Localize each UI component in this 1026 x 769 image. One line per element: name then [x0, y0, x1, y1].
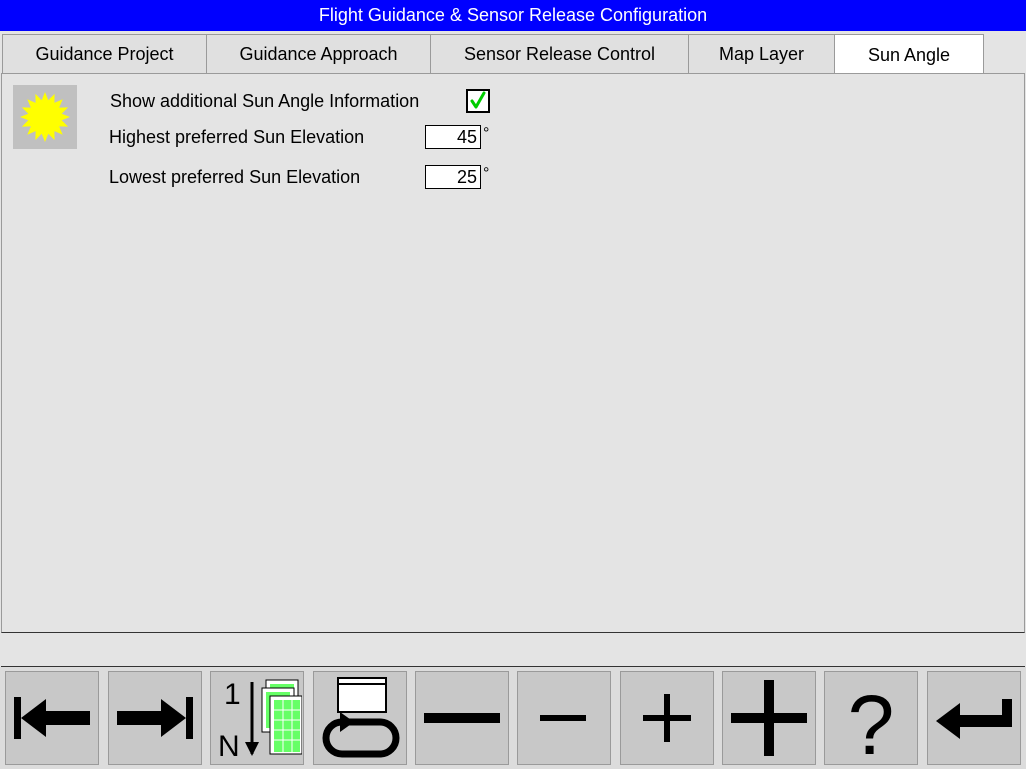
- show-sun-info-label: Show additional Sun Angle Information: [110, 91, 420, 111]
- big-minus-button[interactable]: [415, 671, 509, 765]
- tab-sun-angle[interactable]: Sun Angle: [834, 34, 984, 75]
- tab-sensor-release-control[interactable]: Sensor Release Control: [430, 34, 689, 74]
- big-plus-button[interactable]: [722, 671, 816, 765]
- arrow-left-to-bar-icon: [14, 697, 90, 739]
- lowest-degree-unit: °: [483, 165, 490, 182]
- cycle-window-icon: [322, 677, 400, 758]
- tab-map-layer[interactable]: Map Layer: [688, 34, 835, 74]
- status-bar: [1, 633, 1025, 667]
- sort-button[interactable]: 1 N: [210, 671, 304, 765]
- sort-top-label: 1: [224, 678, 241, 711]
- help-button[interactable]: ?: [824, 671, 918, 765]
- help-label: ?: [848, 678, 895, 762]
- bottom-toolbar: 1 N ?: [0, 667, 1026, 769]
- enter-button[interactable]: [927, 671, 1021, 765]
- checkmark-icon: [470, 91, 486, 109]
- lowest-elevation-input[interactable]: 25: [425, 165, 481, 189]
- highest-elevation-label: Highest preferred Sun Elevation: [109, 127, 365, 147]
- small-minus-button[interactable]: [517, 671, 611, 765]
- first-button[interactable]: [5, 671, 99, 765]
- tab-bar: Guidance Project Guidance Approach Senso…: [0, 31, 1026, 75]
- highest-elevation-input[interactable]: 45: [425, 125, 481, 149]
- tab-guidance-project[interactable]: Guidance Project: [2, 34, 207, 74]
- sort-1-to-n-icon: 1 N: [218, 678, 302, 762]
- small-minus-icon: [540, 715, 586, 721]
- sun-icon: [13, 85, 77, 149]
- help-icon: ?: [848, 678, 895, 762]
- highest-degree-unit: °: [483, 125, 490, 142]
- lowest-elevation-label: Lowest preferred Sun Elevation: [109, 167, 361, 187]
- small-plus-icon: [643, 694, 691, 742]
- small-plus-button[interactable]: [620, 671, 714, 765]
- window-title: Flight Guidance & Sensor Release Configu…: [0, 0, 1026, 31]
- sort-bottom-label: N: [218, 730, 240, 762]
- big-minus-icon: [424, 713, 500, 723]
- show-sun-info-checkbox[interactable]: [466, 89, 490, 113]
- last-button[interactable]: [108, 671, 202, 765]
- sun-angle-panel: Show additional Sun Angle Information Hi…: [1, 73, 1025, 633]
- enter-return-icon: [936, 699, 1012, 739]
- big-plus-icon: [731, 680, 807, 756]
- config-window: Flight Guidance & Sensor Release Configu…: [0, 0, 1026, 769]
- arrow-right-to-bar-icon: [117, 697, 193, 739]
- tab-guidance-approach[interactable]: Guidance Approach: [206, 34, 431, 74]
- cycle-window-button[interactable]: [313, 671, 407, 765]
